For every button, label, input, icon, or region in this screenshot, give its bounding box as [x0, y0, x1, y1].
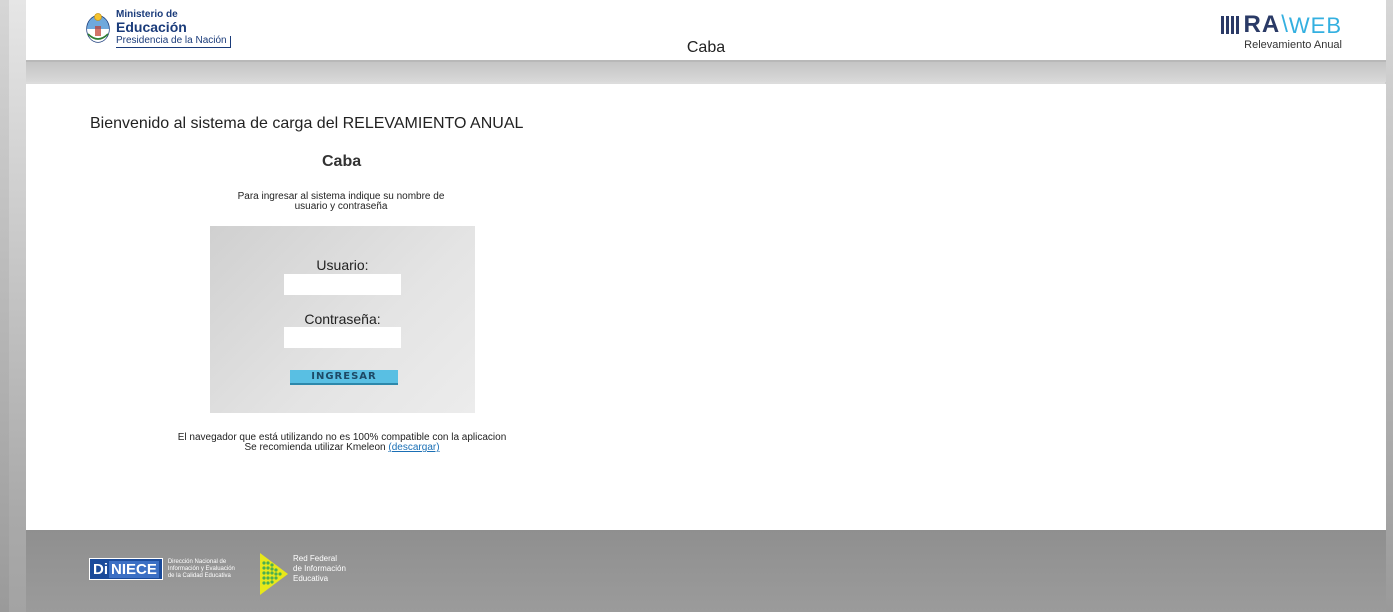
login-instructions: Para ingresar al sistema indique su nomb…	[210, 192, 472, 212]
login-button[interactable]: INGRESAR	[290, 370, 398, 385]
page-header: Ministerio de Educación Presidencia de l…	[26, 0, 1386, 62]
diniece-niece: NIECE	[109, 560, 159, 578]
red-line3: Educativa	[293, 574, 329, 583]
password-label: Contraseña:	[304, 311, 381, 327]
red-federal-arrow-icon	[260, 553, 288, 595]
login-form: Usuario: Contraseña: INGRESAR	[210, 226, 475, 413]
header-title: Caba	[686, 39, 726, 56]
ministry-line2: Educación	[116, 19, 187, 35]
user-input[interactable]	[284, 274, 401, 295]
welcome-heading: Bienvenido al sistema de carga del RELEV…	[90, 115, 524, 132]
jurisdiction-title: Caba	[322, 153, 362, 170]
user-label: Usuario:	[316, 257, 369, 273]
diniece-badge: Di NIECE	[89, 558, 163, 580]
diniece-line2: Información y Evaluación	[167, 565, 235, 572]
slash-icon: \	[1281, 11, 1288, 38]
raweb-subtitle: Relevamiento Anual	[1244, 39, 1342, 51]
main-content: Bienvenido al sistema de carga del RELEV…	[26, 84, 1386, 530]
raweb-ra: RA	[1243, 11, 1281, 38]
raweb-logo[interactable]: RA \ WEB Relevamiento Anual	[1220, 11, 1342, 51]
raweb-web: WEB	[1288, 13, 1342, 38]
diniece-di: Di	[93, 560, 108, 578]
instructions-line2: usuario y contraseña	[294, 201, 388, 212]
right-gutter	[1385, 0, 1393, 612]
diniece-line1: Dirección Nacional de	[167, 558, 227, 565]
diniece-line3: de la Calidad Educativa	[167, 572, 231, 579]
download-link[interactable]: (descargar)	[388, 442, 439, 453]
browser-compat-note: El navegador que está utilizando no es 1…	[156, 433, 528, 453]
red-line2: de Información	[293, 564, 346, 573]
bars-icon	[1220, 16, 1239, 34]
password-input[interactable]	[284, 327, 401, 348]
red-line1: Red Federal	[293, 554, 338, 563]
diniece-logo[interactable]: Di NIECE Dirección Nacional de Informació…	[89, 558, 235, 580]
header-divider-band	[26, 62, 1386, 82]
page-footer: Di NIECE Dirección Nacional de Informació…	[26, 530, 1386, 612]
red-federal-logo[interactable]: Red Federal de Información Educativa	[256, 551, 346, 597]
left-gutter	[0, 0, 9, 612]
browser-note-line2: Se recomienda utilizar Kmeleon	[244, 442, 386, 453]
